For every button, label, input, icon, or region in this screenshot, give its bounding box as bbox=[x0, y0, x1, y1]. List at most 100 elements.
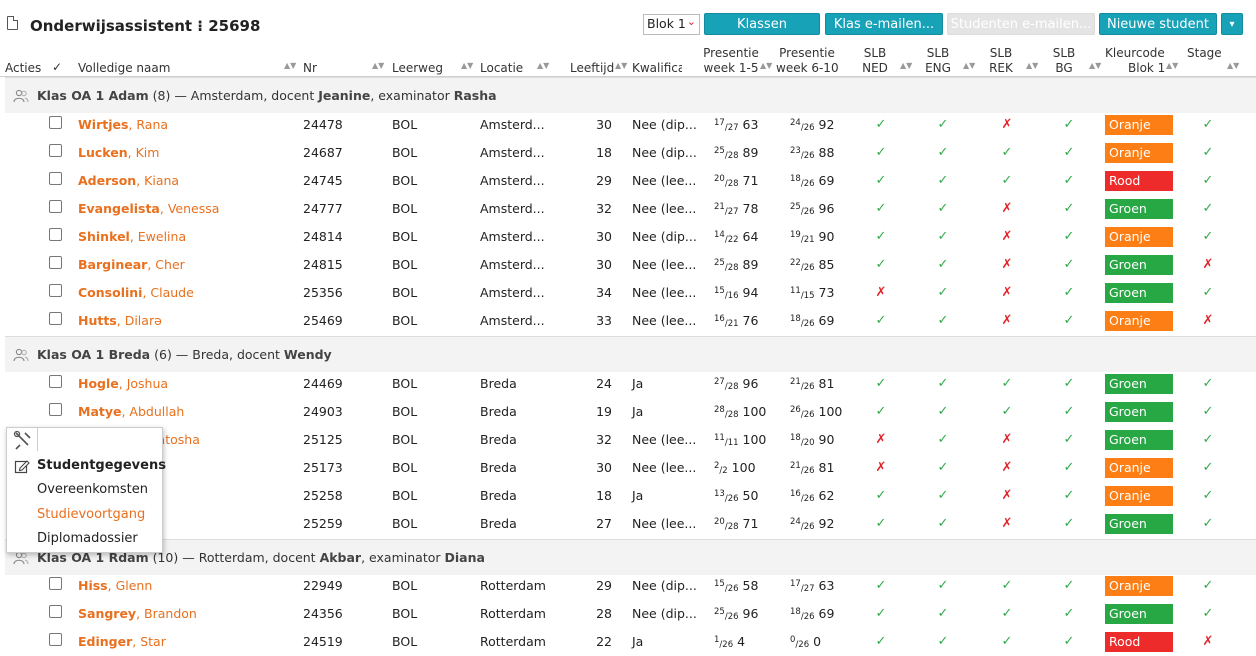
row-checkbox[interactable] bbox=[49, 116, 62, 129]
sort-icon[interactable]: ▲▼ bbox=[284, 61, 296, 70]
student-name-link[interactable]: Hogle, Joshua bbox=[78, 376, 168, 391]
row-checkbox[interactable] bbox=[49, 284, 62, 297]
sort-icon[interactable]: ▲▼ bbox=[1026, 61, 1038, 70]
student-leeftijd: 22 bbox=[596, 634, 612, 649]
student-locatie: Amsterd... bbox=[480, 285, 545, 300]
table-row[interactable]: Hutts, Dilarə 25469 BOL Amsterd... 33 Nee (le… bbox=[0, 307, 1256, 335]
student-name-link[interactable]: Sangrey, Brandon bbox=[78, 606, 197, 621]
menu-item-diplomadossier[interactable]: Diplomadossier bbox=[37, 531, 138, 546]
student-kwalificatie: Nee (lee... bbox=[632, 173, 697, 188]
check-icon: ✓ bbox=[1001, 173, 1013, 188]
row-checkbox[interactable] bbox=[49, 403, 62, 416]
col-slbeng-top[interactable]: SLB bbox=[918, 46, 958, 60]
sort-icon[interactable]: ▲▼ bbox=[963, 61, 975, 70]
table-row[interactable]: Shinkel, Ewelina 24814 BOL Amsterd... 30 Nee … bbox=[0, 223, 1256, 251]
student-name-link[interactable]: Hutts, Dilarə bbox=[78, 313, 162, 328]
table-row[interactable]: Hiss, Glenn 22949 BOL Rotterdam 29 Nee (dip..… bbox=[0, 572, 1256, 600]
table-row[interactable]: 25259 BOL Breda 27 Nee (lee... 20/28 71 24/26 … bbox=[0, 510, 1256, 538]
table-row[interactable]: Hogle, Joshua 24469 BOL Breda 24 Ja 27/28 96 21… bbox=[0, 370, 1256, 398]
student-name-link[interactable]: Wirtjes, Rana bbox=[78, 117, 168, 132]
student-name-link[interactable]: Evangelista, Venessa bbox=[78, 201, 219, 216]
col-naam[interactable]: Volledige naam bbox=[78, 61, 170, 75]
sort-icon[interactable]: ▲▼ bbox=[900, 61, 912, 70]
table-row[interactable]: Samaroo, Natosha25125BOLBreda32Nee (lee.… bbox=[0, 426, 1256, 454]
table-row[interactable]: Matye, Abdullah 24903 BOL Breda 19 Ja 28/28 10… bbox=[0, 398, 1256, 426]
table-row[interactable]: Edinger, Star 24519 BOL Rotterdam 22 Ja 1/26 4… bbox=[0, 628, 1256, 656]
student-name-link[interactable]: Hiss, Glenn bbox=[78, 578, 152, 593]
nieuwe-student-button[interactable]: Nieuwe student bbox=[1099, 13, 1217, 35]
student-name-link[interactable]: Edinger, Star bbox=[78, 634, 166, 649]
table-row[interactable]: Sangrey, Brandon 24356 BOL Rotterdam 28 Nee (… bbox=[0, 600, 1256, 628]
row-checkbox[interactable] bbox=[49, 605, 62, 618]
col-pres2-top[interactable]: Presentie bbox=[776, 46, 838, 60]
table-row[interactable]: Lucken, Kim 24687 BOL Amsterd... 18 Nee (dip.… bbox=[0, 139, 1256, 167]
cross-icon: ✗ bbox=[1001, 229, 1013, 244]
blok-select[interactable]: Blok 1 ⌄ bbox=[643, 14, 700, 35]
table-row[interactable]: Consolini, Claude 25356 BOL Amsterd... 34 Nee… bbox=[0, 279, 1256, 307]
presentie-week-1-5: 21/27 78 bbox=[714, 201, 758, 217]
table-row[interactable]: chelle25258BOLBreda18Ja13/26 5016/26 62✓… bbox=[0, 482, 1256, 510]
menu-item-overeenkomsten[interactable]: Overeenkomsten bbox=[37, 482, 148, 497]
sort-icon[interactable]: ▲▼ bbox=[615, 61, 627, 70]
tools-icon[interactable] bbox=[6, 427, 38, 451]
table-row[interactable]: lice25173BOLBreda30Nee (lee...2/2 10021/… bbox=[0, 454, 1256, 482]
check-icon: ✓ bbox=[875, 201, 887, 216]
kleurcode-badge: Rood bbox=[1105, 632, 1173, 652]
col-locatie[interactable]: Locatie bbox=[480, 61, 523, 75]
pres2-numerator: 11 bbox=[790, 286, 801, 296]
sort-icon[interactable]: ▲▼ bbox=[372, 61, 384, 70]
klas-emailen-button[interactable]: Klas e-mailen... bbox=[825, 13, 943, 35]
student-name-link[interactable]: Shinkel, Ewelina bbox=[78, 229, 186, 244]
student-name-link[interactable]: Matye, Abdullah bbox=[78, 404, 184, 419]
menu-item-studievoortgang[interactable]: Studievoortgang bbox=[37, 507, 145, 522]
col-slbned-top[interactable]: SLB bbox=[855, 46, 895, 60]
col-slbrek-top[interactable]: SLB bbox=[981, 46, 1021, 60]
group-exam-label: , examinator bbox=[370, 88, 454, 103]
row-checkbox[interactable] bbox=[49, 256, 62, 269]
sort-icon[interactable]: ▲▼ bbox=[461, 61, 473, 70]
student-name-link[interactable]: Aderson, Kiana bbox=[78, 173, 179, 188]
sort-icon[interactable]: ▲▼ bbox=[1089, 61, 1101, 70]
col-leerweg[interactable]: Leerweg bbox=[392, 61, 443, 75]
sort-icon[interactable]: ▲▼ bbox=[1166, 61, 1178, 70]
klassen-button[interactable]: Klassen bbox=[704, 13, 820, 35]
student-name-link[interactable]: Lucken, Kim bbox=[78, 145, 159, 160]
row-checkbox[interactable] bbox=[49, 228, 62, 241]
table-row[interactable]: Evangelista, Venessa 24777 BOL Amsterd... 32… bbox=[0, 195, 1256, 223]
studenten-emailen-button[interactable]: Studenten e-mailen... bbox=[947, 13, 1095, 35]
table-row[interactable]: Aderson, Kiana 24745 BOL Amsterd... 29 Nee (l… bbox=[0, 167, 1256, 195]
row-checkbox[interactable] bbox=[49, 172, 62, 185]
sort-icon[interactable]: ▲▼ bbox=[537, 61, 549, 70]
pres2-numerator: 18 bbox=[790, 607, 801, 617]
col-pres1-top[interactable]: Presentie bbox=[700, 46, 762, 60]
cross-icon: ✗ bbox=[1202, 634, 1214, 649]
check-icon: ✓ bbox=[937, 578, 949, 593]
row-checkbox[interactable] bbox=[49, 312, 62, 325]
check-icon: ✓ bbox=[1063, 285, 1075, 300]
sort-icon[interactable]: ▲▼ bbox=[1227, 61, 1239, 70]
sort-icon[interactable]: ▲▼ bbox=[760, 61, 772, 70]
row-checkbox[interactable] bbox=[49, 200, 62, 213]
menu-item-studentgegevens[interactable]: Studentgegevens bbox=[37, 458, 166, 473]
row-checkbox[interactable] bbox=[49, 633, 62, 646]
row-checkbox[interactable] bbox=[49, 577, 62, 590]
table-row[interactable]: Barginear, Cher 24815 BOL Amsterd... 30 Nee (… bbox=[0, 251, 1256, 279]
col-nr[interactable]: Nr bbox=[303, 61, 317, 75]
check-icon: ✓ bbox=[1063, 404, 1075, 419]
col-kleur-top[interactable]: Kleurcode bbox=[1105, 46, 1165, 60]
row-checkbox[interactable] bbox=[49, 144, 62, 157]
presentie-week-6-10: 17/27 63 bbox=[790, 578, 834, 594]
row-checkbox[interactable] bbox=[49, 375, 62, 388]
table-row[interactable]: Wirtjes, Rana 24478 BOL Amsterd... 30 Nee (di… bbox=[0, 111, 1256, 139]
pres2-percentage: 81 bbox=[814, 376, 835, 391]
student-name-link[interactable]: Barginear, Cher bbox=[78, 257, 185, 272]
col-slbbg-top[interactable]: SLB bbox=[1044, 46, 1084, 60]
col-leeftijd[interactable]: Leeftijd bbox=[570, 61, 614, 75]
kleurcode-badge: Oranje bbox=[1105, 458, 1173, 478]
student-leeftijd: 30 bbox=[596, 229, 612, 244]
col-kwalifica[interactable]: Kwalifica bbox=[632, 61, 682, 75]
check-icon: ✓ bbox=[875, 488, 887, 503]
nieuwe-student-dropdown-button[interactable]: ▾ bbox=[1221, 13, 1243, 35]
student-name-link[interactable]: Consolini, Claude bbox=[78, 285, 194, 300]
col-stage[interactable]: Stage bbox=[1187, 46, 1222, 60]
